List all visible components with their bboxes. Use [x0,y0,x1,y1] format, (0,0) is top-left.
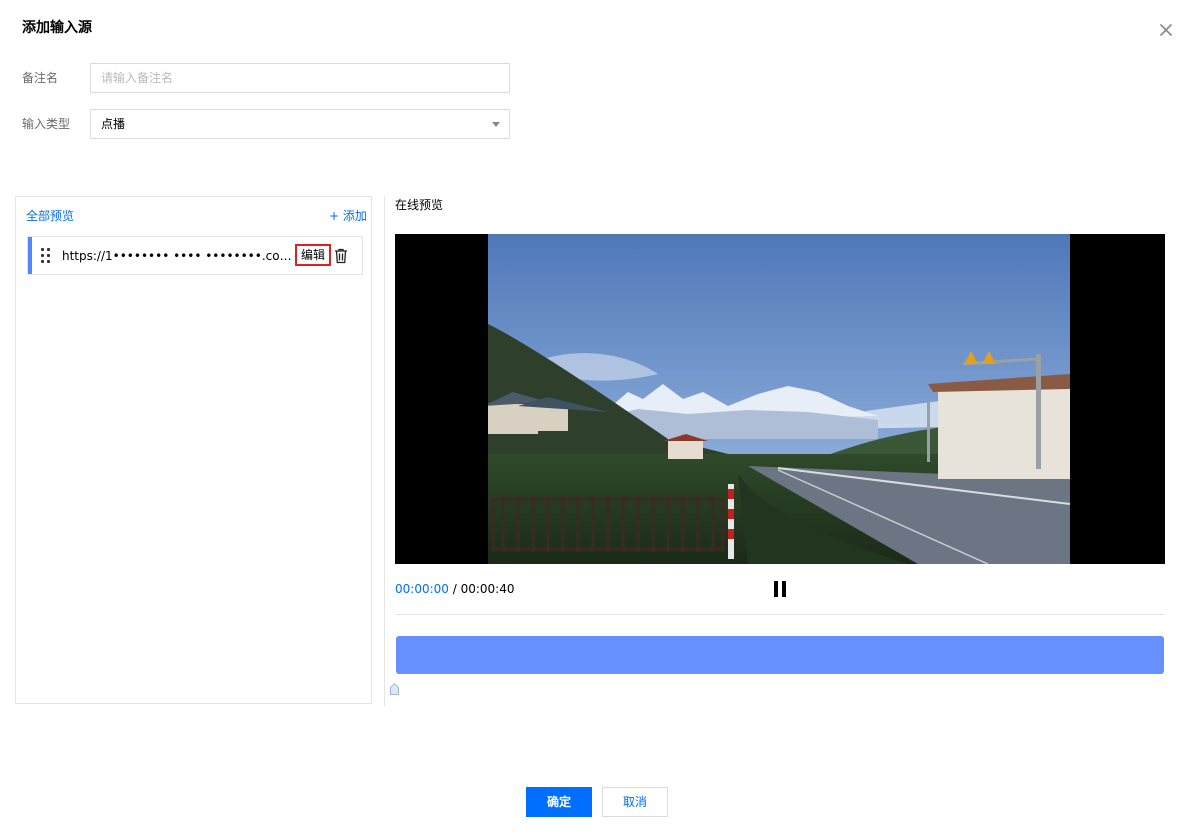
time-separator: / [448,582,461,596]
trash-icon[interactable] [334,248,348,264]
timeline-track[interactable] [396,636,1164,674]
video-player[interactable] [395,234,1165,564]
panel-divider [384,196,385,706]
cancel-button[interactable]: 取消 [602,787,668,817]
timeline-divider [395,614,1165,615]
pause-icon[interactable] [773,581,787,597]
drag-handle-icon[interactable] [41,248,51,264]
dialog-title: 添加输入源 [22,20,92,36]
current-time: 00:00:00 [395,582,449,596]
item-active-bar [28,237,32,274]
input-type-value: 点播 [101,117,126,131]
all-preview-link[interactable]: 全部预览 [26,208,74,224]
add-source-button[interactable]: + 添加 [329,208,367,224]
playback-time: 00:00:00 / 00:00:40 [395,581,514,597]
source-list-panel: 全部预览 + 添加 https://1•••••••• •••• •••••••… [15,196,372,704]
alias-input[interactable] [90,63,510,93]
input-type-select[interactable]: 点播 [90,109,510,139]
video-frame [488,234,1070,564]
playhead-handle-icon[interactable] [390,683,399,695]
source-url: https://1•••••••• •••• ••••••••.com/... [62,249,294,263]
total-time: 00:00:40 [460,582,515,596]
edit-button[interactable]: 编辑 [295,244,331,266]
confirm-button[interactable]: 确定 [526,787,592,817]
alias-label: 备注名 [22,71,59,85]
input-type-label: 输入类型 [22,117,71,131]
source-list-item[interactable]: https://1•••••••• •••• ••••••••.com/... … [27,236,363,275]
close-icon[interactable] [1156,20,1176,40]
chevron-down-icon [492,122,500,127]
preview-title: 在线预览 [395,198,444,212]
